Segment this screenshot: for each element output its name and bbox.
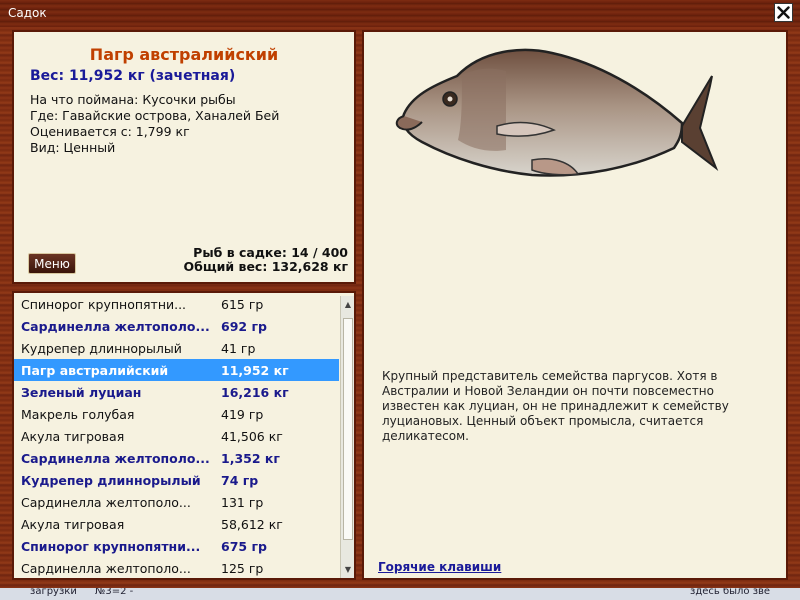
item-weight: 11,952 кг [221,363,289,378]
list-item[interactable]: Кудрепер длиннорылый 41 гр [14,337,339,359]
list-item[interactable]: Спинорог крупнопятни... 675 гр [14,535,339,557]
fish-info-panel: Пагр австралийский Вес: 11,952 кг (зачет… [12,30,356,284]
detail-location: Где: Гавайские острова, Ханалей Бей [30,108,280,123]
item-weight: 1,352 кг [221,451,280,466]
item-name: Спинорог крупнопятни... [21,539,201,554]
item-name: Сардинелла желтополо... [21,451,210,466]
fish-details: На что поймана: Кусочки рыбы Где: Гавайс… [30,92,279,156]
fish-detail-panel: Крупный представитель семейства паргусов… [362,30,788,580]
list-item[interactable]: Сардинелла желтополо... 1,352 кг [14,447,339,469]
hotkeys-link[interactable]: Горячие клавиши [378,560,501,574]
scroll-down-icon[interactable]: ▼ [341,563,354,577]
window-titlebar: Садок [0,0,800,27]
item-name: Зеленый луциан [21,385,142,400]
scroll-up-icon[interactable]: ▲ [341,298,354,312]
item-name: Акула тигровая [21,517,125,532]
list-item[interactable]: Кудрепер длиннорылый 74 гр [14,469,339,491]
list-item[interactable]: Зеленый луциан 16,216 кг [14,381,339,403]
item-weight: 41 гр [221,341,256,356]
background-text-middle: №3=2 - [95,588,134,597]
fish-list-panel: Спинорог крупнопятни... 615 гр Сардинелла… [12,291,356,580]
background-text-left: загрузки [30,588,77,597]
item-name: Сардинелла желтополо... [21,561,191,576]
item-weight: 16,216 кг [221,385,289,400]
item-name: Сардинелла желтополо... [21,319,210,334]
keepnet-stats: Рыб в садке: 14 / 400 Общий вес: 132,628… [184,246,349,274]
item-weight: 692 гр [221,319,267,334]
item-weight: 675 гр [221,539,267,554]
fish-list: Спинорог крупнопятни... 615 гр Сардинелла… [14,293,339,578]
scrollbar-thumb[interactable] [343,318,353,540]
item-weight: 419 гр [221,407,264,422]
close-icon [777,6,790,19]
item-name: Сардинелла желтополо... [21,495,191,510]
list-item[interactable]: Спинорог крупнопятни... 615 гр [14,293,339,315]
item-name: Макрель голубая [21,407,135,422]
item-weight: 58,612 кг [221,517,283,532]
item-name: Акула тигровая [21,429,125,444]
fish-illustration [395,48,719,177]
detail-threshold: Оценивается с: 1,799 кг [30,124,190,139]
list-item[interactable]: Макрель голубая 419 гр [14,403,339,425]
detail-type: Вид: Ценный [30,140,116,155]
item-weight: 41,506 кг [221,429,283,444]
background-taskbar: загрузки №3=2 - здесь было зве [0,588,800,600]
item-weight: 131 гр [221,495,264,510]
close-button[interactable] [774,3,793,22]
list-item[interactable]: Сардинелла желтополо... 692 гр [14,315,339,337]
background-text-right: здесь было зве [690,588,771,597]
fish-weight: Вес: 11,952 кг (зачетная) [30,68,236,84]
item-weight: 74 гр [221,473,259,488]
item-name: Спинорог крупнопятни... [21,297,187,312]
fish-name: Пагр австралийский [89,45,279,64]
list-item[interactable]: Сардинелла желтополо... 131 гр [14,491,339,513]
fish-description: Крупный представитель семейства паргусов… [382,369,729,443]
total-weight: Общий вес: 132,628 кг [183,259,349,274]
item-name: Пагр австралийский [21,363,169,378]
item-name: Кудрепер длиннорылый [21,341,182,356]
fish-count: Рыб в садке: 14 / 400 [193,245,348,260]
item-weight: 125 гр [221,561,264,576]
detail-bait: На что поймана: Кусочки рыбы [30,92,236,107]
list-scrollbar[interactable]: ▲ ▼ [340,296,354,578]
list-item[interactable]: Акула тигровая 41,506 кг [14,425,339,447]
list-item[interactable]: Сардинелла желтополо... 125 гр [14,557,339,578]
item-name: Кудрепер длиннорылый [21,473,201,488]
list-item-selected[interactable]: Пагр австралийский 11,952 кг [14,359,339,381]
window-title: Садок [8,6,47,20]
list-item[interactable]: Акула тигровая 58,612 кг [14,513,339,535]
menu-button[interactable]: Меню [28,253,76,274]
item-weight: 615 гр [221,297,264,312]
